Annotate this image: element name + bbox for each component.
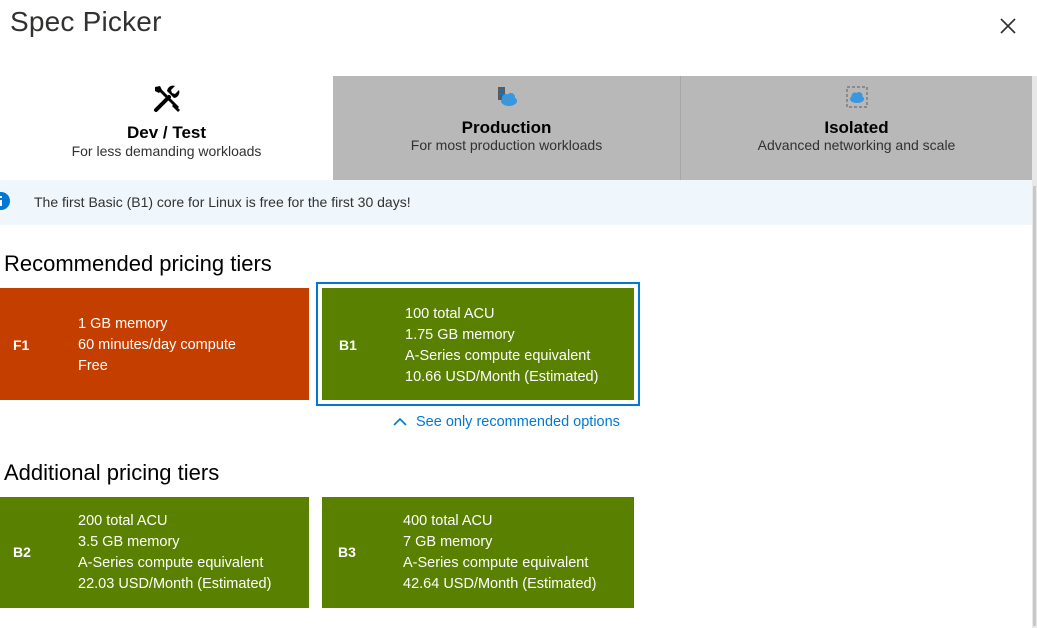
pricing-tier-card-b2[interactable]: B2 200 total ACU 3.5 GB memory A-Series …	[0, 497, 309, 608]
pricing-tier-card-b1[interactable]: B1 100 total ACU 1.75 GB memory A-Series…	[316, 282, 640, 406]
tab-dev-test[interactable]: Dev / Test For less demanding workloads	[0, 76, 333, 180]
tier-name: B3	[338, 544, 356, 560]
tier-spec: 3.5 GB memory	[78, 534, 180, 550]
app-service-plan-icon	[497, 87, 517, 106]
tab-dev-test-name: Dev / Test	[126, 123, 207, 142]
tier-spec: A-Series compute equivalent	[78, 555, 264, 571]
tier-spec: 400 total ACU	[403, 513, 493, 529]
tier-spec: 22.03 USD/Month (Estimated)	[78, 576, 272, 592]
tier-spec: A-Series compute equivalent	[405, 348, 591, 364]
pricing-tier-card-f1[interactable]: F1 1 GB memory 60 minutes/day compute Fr…	[0, 288, 309, 400]
see-recommended-options-link[interactable]: See only recommended options	[392, 414, 620, 430]
dialog-title: Spec Picker	[10, 6, 162, 37]
tier-spec: Free	[78, 358, 108, 374]
pricing-tier-card-b3[interactable]: B3 400 total ACU 7 GB memory A-Series co…	[322, 497, 634, 608]
tier-specs: 1 GB memory 60 minutes/day compute Free	[78, 314, 236, 377]
tier-spec: 1.75 GB memory	[405, 327, 515, 343]
additional-heading: Additional pricing tiers	[4, 460, 220, 485]
tab-dev-test-description: For less demanding workloads	[71, 143, 262, 159]
tier-category-tabs: Dev / Test For less demanding workloads …	[0, 76, 1032, 180]
close-icon[interactable]	[996, 14, 1020, 38]
tier-spec: 10.66 USD/Month (Estimated)	[405, 369, 599, 385]
info-message: The first Basic (B1) core for Linux is f…	[34, 194, 411, 210]
tab-isolated-description: Advanced networking and scale	[757, 137, 956, 153]
tab-production-name: Production	[461, 118, 552, 137]
info-banner: The first Basic (B1) core for Linux is f…	[0, 180, 1032, 225]
tier-specs: 100 total ACU 1.75 GB memory A-Series co…	[405, 304, 598, 388]
recommended-heading: Recommended pricing tiers	[4, 251, 272, 276]
tier-specs: 200 total ACU 3.5 GB memory A-Series com…	[78, 511, 271, 595]
tier-name: B1	[339, 337, 357, 353]
tier-specs: 400 total ACU 7 GB memory A-Series compu…	[403, 511, 596, 595]
chevron-up-icon	[393, 418, 407, 426]
tab-isolated-name: Isolated	[824, 118, 889, 137]
tier-spec: 60 minutes/day compute	[78, 337, 236, 353]
tools-icon	[153, 85, 180, 112]
tab-production-description: For most production workloads	[410, 137, 603, 153]
pricing-tier-card-b1-body: B1 100 total ACU 1.75 GB memory A-Series…	[322, 288, 634, 400]
info-icon	[0, 192, 10, 210]
tier-name: B2	[13, 544, 31, 560]
tier-spec: 200 total ACU	[78, 513, 168, 529]
tier-spec: A-Series compute equivalent	[403, 555, 589, 571]
tier-spec: 1 GB memory	[78, 316, 168, 332]
tab-isolated[interactable]: Isolated Advanced networking and scale	[681, 76, 1032, 180]
tier-spec: 7 GB memory	[403, 534, 493, 550]
vertical-scrollbar[interactable]	[1032, 76, 1037, 628]
tab-production[interactable]: Production For most production workloads	[333, 76, 681, 180]
see-recommended-options-label: See only recommended options	[416, 414, 620, 430]
tier-spec: 100 total ACU	[405, 306, 495, 322]
scrollbar-thumb[interactable]	[1033, 186, 1036, 626]
tier-name: F1	[13, 337, 30, 353]
isolated-environment-icon	[845, 86, 868, 108]
tier-spec: 42.64 USD/Month (Estimated)	[403, 576, 597, 592]
